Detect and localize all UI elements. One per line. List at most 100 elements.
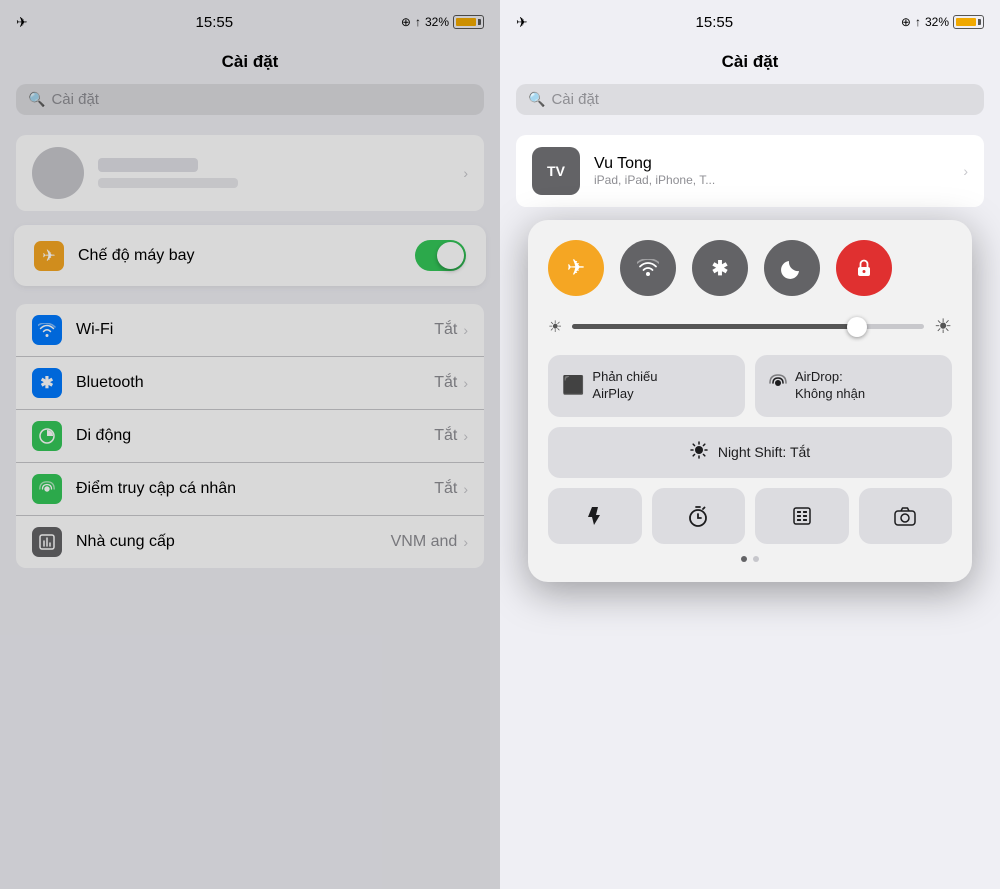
bluetooth-value: Tắt [434,374,457,392]
cc-bluetooth-button[interactable]: ✱ [692,240,748,296]
wifi-chevron: › [463,322,468,338]
carrier-label: Nhà cung cấp [76,533,391,551]
brightness-min-icon: ☀ [548,317,562,337]
airplane-mode-icon: ✈ [16,14,28,31]
cc-airdrop-tile[interactable]: AirDrop: Không nhận [755,355,952,417]
left-status-bar: ✈ 15:55 ⊕ ↑ 32% [0,0,500,44]
left-status-left: ✈ [16,14,28,31]
location-icon: ⊕ [401,15,411,29]
brightness-fill [572,324,853,329]
cc-wifi-icon [637,259,659,277]
battery-icon-right [953,15,984,29]
battery-percent-left: 32% [425,15,449,29]
cc-airplay-tile[interactable]: ⬛ Phản chiếu AirPlay [548,355,745,417]
hotspot-item[interactable]: Điểm truy cập cá nhân Tắt › [16,463,484,516]
cellular-icon [32,421,62,451]
right-search-placeholder: Cài đặt [551,91,599,108]
cc-timer-icon [687,505,709,527]
right-profile-sub: iPad, iPad, iPhone, T... [594,173,715,187]
cc-dot-2 [753,556,759,562]
airplane-mode-section: ✈ Chế độ máy bay [16,227,484,284]
cc-airplane-button[interactable]: ✈ [548,240,604,296]
cc-bluetooth-icon: ✱ [712,256,729,281]
cc-calculator-button[interactable] [755,488,849,544]
cc-airdrop-line1: AirDrop: [795,369,865,386]
cc-moon-icon [781,257,803,279]
cc-airplay-icon: ⬛ [562,375,584,396]
right-search-bar[interactable]: 🔍 Cài đặt [516,84,984,115]
battery-fill-right [956,18,976,26]
left-profile-name [98,158,198,172]
battery-tip-left [478,19,481,25]
airplane-label: Chế độ máy bay [78,247,415,265]
right-status-bar: ✈ 15:55 ⊕ ↑ 32% [500,0,1000,44]
cc-calculator-icon [791,505,813,527]
left-status-right: ⊕ ↑ 32% [401,15,484,29]
cc-airplay-line1: Phản chiếu [592,369,657,386]
battery-tip-right [978,19,981,25]
hotspot-chevron: › [463,481,468,497]
left-profile-avatar [32,147,84,199]
cellular-label: Di động [76,427,434,445]
search-icon-left: 🔍 [28,91,45,108]
cc-camera-button[interactable] [859,488,953,544]
cc-top-buttons: ✈ ✱ [548,240,952,296]
carrier-item[interactable]: Nhà cung cấp VNM and › [16,516,484,568]
cc-wifi-button[interactable] [620,240,676,296]
right-search-container: 🔍 Cài đặt [500,84,1000,127]
cc-dot-row [548,556,952,562]
brightness-thumb [847,317,867,337]
hotspot-value: Tắt [434,480,457,498]
wifi-value: Tắt [434,321,457,339]
cc-nightshift-icon [690,441,708,464]
airplane-toggle[interactable] [415,240,466,271]
right-profile-info: Vu Tong iPad, iPad, iPhone, T... [594,155,715,187]
cc-flashlight-button[interactable] [548,488,642,544]
carrier-icon [32,527,62,557]
carrier-value: VNM and [391,533,458,551]
left-search-bar[interactable]: 🔍 Cài đặt [16,84,484,115]
bluetooth-item[interactable]: ✱ Bluetooth Tắt › [16,357,484,410]
cc-airplay-line2: AirPlay [592,386,657,403]
control-center-card: ✈ ✱ [528,220,972,582]
left-search-container: 🔍 Cài đặt [0,84,500,127]
right-profile-row[interactable]: TV Vu Tong iPad, iPad, iPhone, T... › [516,135,984,207]
right-airplane-icon: ✈ [516,14,528,31]
carrier-chevron: › [463,534,468,550]
left-search-placeholder: Cài đặt [51,91,99,108]
wifi-item[interactable]: Wi-Fi Tắt › [16,304,484,357]
settings-group-connectivity: Wi-Fi Tắt › ✱ Bluetooth Tắt › Di động Tắ… [16,304,484,568]
cc-lock-icon [853,257,875,279]
brightness-max-icon: ☀ [934,314,952,339]
cellular-item[interactable]: Di động Tắt › [16,410,484,463]
cc-screenlock-button[interactable] [836,240,892,296]
brightness-track[interactable] [572,324,924,329]
left-profile-row[interactable]: › [16,135,484,211]
right-profile-avatar: TV [532,147,580,195]
battery-icon-left [453,15,484,29]
cc-dot-1 [741,556,747,562]
cc-timer-button[interactable] [652,488,746,544]
cc-flashlight-icon [584,505,606,527]
search-icon-right: 🔍 [528,91,545,108]
toggle-thumb [437,242,464,269]
cc-grid-tiles: ⬛ Phản chiếu AirPlay AirDrop: Không nhận [548,355,952,417]
cc-airplane-icon: ✈ [567,255,585,281]
hotspot-icon [32,474,62,504]
airplane-mode-item[interactable]: ✈ Chế độ máy bay [18,229,482,282]
cc-airdrop-text: AirDrop: Không nhận [795,369,865,403]
cc-nightshift-text: Night Shift: Tắt [718,444,810,460]
wifi-icon [32,315,62,345]
left-panel: ✈ 15:55 ⊕ ↑ 32% Cài đặt 🔍 Cài đặt › [0,0,500,889]
cellular-value: Tắt [434,427,457,445]
cc-dnd-button[interactable] [764,240,820,296]
cc-nightshift-tile[interactable]: Night Shift: Tắt [548,427,952,478]
wifi-label: Wi-Fi [76,321,434,339]
left-time: 15:55 [196,14,234,31]
right-location-icon: ⊕ [901,15,911,29]
cc-camera-icon [893,505,917,527]
hotspot-label: Điểm truy cập cá nhân [76,480,434,498]
right-nav-title: Cài đặt [500,44,1000,84]
cc-airdrop-icon [769,374,787,397]
bluetooth-chevron: › [463,375,468,391]
